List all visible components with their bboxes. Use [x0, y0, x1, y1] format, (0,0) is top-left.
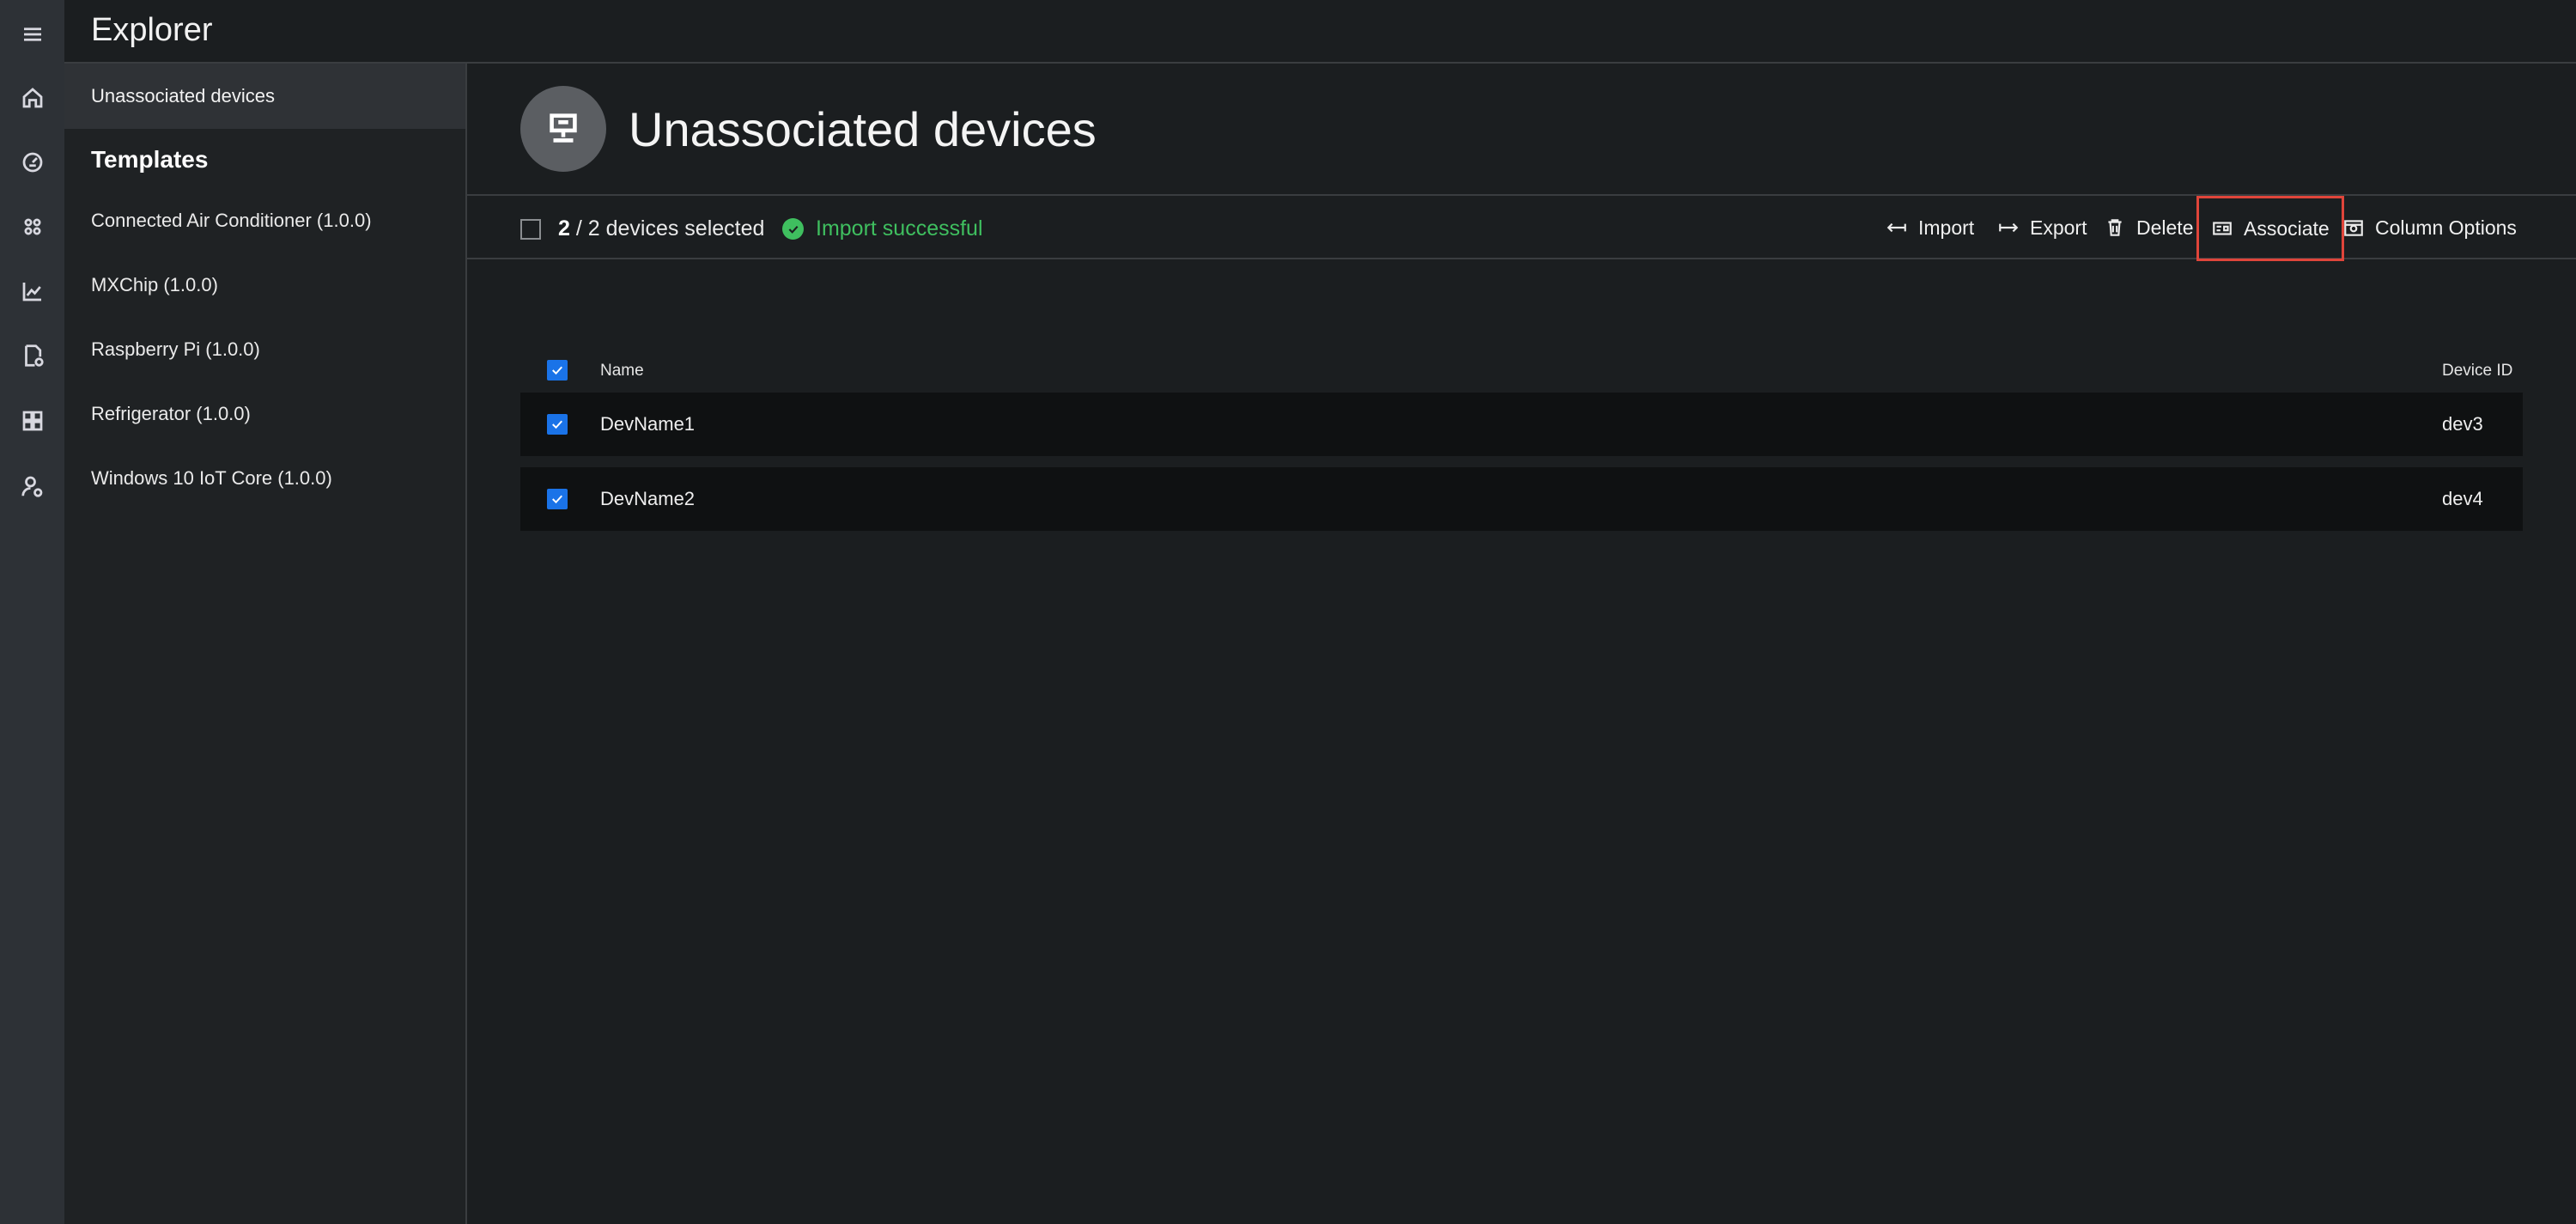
device-name-cell[interactable]: DevName1 [600, 413, 695, 435]
column-settings-icon [2344, 220, 2363, 236]
devices-grid-icon[interactable] [0, 194, 64, 259]
device-network-icon [520, 86, 606, 172]
table-row[interactable]: DevName1 dev3 [520, 393, 2523, 456]
device-template-icon[interactable] [0, 323, 64, 388]
left-icon-rail [0, 0, 64, 1224]
selected-count: 2 [558, 216, 570, 241]
associate-icon [2213, 222, 2232, 235]
command-bar: 2 / 2 devices selected Import successful… [467, 194, 2576, 261]
row-checkbox[interactable] [547, 414, 568, 435]
column-options-label: Column Options [2375, 216, 2517, 239]
nav-item-template[interactable]: Windows 10 IoT Core (1.0.0) [91, 467, 332, 490]
analytics-chart-icon[interactable] [0, 259, 64, 324]
nav-item-unassociated-devices[interactable]: Unassociated devices [64, 64, 465, 129]
associate-label: Associate [2244, 216, 2330, 240]
templates-heading: Templates [91, 146, 209, 173]
top-header: Explorer [64, 0, 2576, 64]
nav-item-template[interactable]: MXChip (1.0.0) [91, 274, 218, 296]
selection-total-text: / 2 devices selected [569, 216, 765, 241]
associate-button[interactable]: Associate [2196, 196, 2344, 261]
home-icon[interactable] [0, 65, 64, 131]
column-header-name[interactable]: Name [600, 362, 644, 381]
app-window: Explorer Unassociated devices Templates … [0, 0, 2576, 1224]
select-all-checkbox[interactable] [520, 219, 541, 240]
dashboard-tiles-icon[interactable] [0, 388, 64, 454]
export-button[interactable]: Export [1997, 206, 2087, 249]
delete-button[interactable]: Delete [2104, 206, 2193, 249]
export-arrow-icon [1999, 222, 2019, 233]
row-checkbox[interactable] [547, 489, 568, 509]
app-title: Explorer [91, 12, 213, 48]
device-name-cell[interactable]: DevName2 [600, 488, 695, 510]
nav-item-template[interactable]: Refrigerator (1.0.0) [91, 403, 251, 425]
selection-count: 2 / 2 devices selected [558, 216, 764, 241]
trash-icon [2108, 219, 2122, 236]
user-settings-icon[interactable] [0, 454, 64, 519]
nav-item-template[interactable]: Connected Air Conditioner (1.0.0) [91, 210, 372, 232]
header-checkbox[interactable] [547, 360, 568, 381]
table-header: Name Device ID [520, 287, 2523, 381]
status-text: Import successful [816, 216, 983, 241]
check-circle-icon [782, 218, 804, 240]
dashboard-gauge-icon[interactable] [0, 130, 64, 195]
explorer-nav-panel: Unassociated devices Templates Connected… [64, 64, 467, 1224]
column-options-button[interactable]: Column Options [2342, 206, 2517, 249]
export-label: Export [2030, 216, 2087, 239]
device-id-cell: dev3 [2442, 413, 2483, 435]
nav-item-template[interactable]: Raspberry Pi (1.0.0) [91, 338, 260, 361]
import-status: Import successful [782, 216, 983, 241]
import-button[interactable]: Import [1886, 206, 1974, 249]
delete-label: Delete [2136, 216, 2194, 239]
import-label: Import [1918, 216, 1975, 239]
page-title: Unassociated devices [629, 102, 1097, 156]
column-header-device-id[interactable]: Device ID [2442, 362, 2512, 381]
main-content: Unassociated devices 2 / 2 devices selec… [467, 64, 2576, 1224]
import-arrow-icon [1886, 222, 1906, 233]
menu-icon[interactable] [0, 2, 64, 67]
table-row[interactable]: DevName2 dev4 [520, 467, 2523, 531]
device-id-cell: dev4 [2442, 488, 2483, 509]
